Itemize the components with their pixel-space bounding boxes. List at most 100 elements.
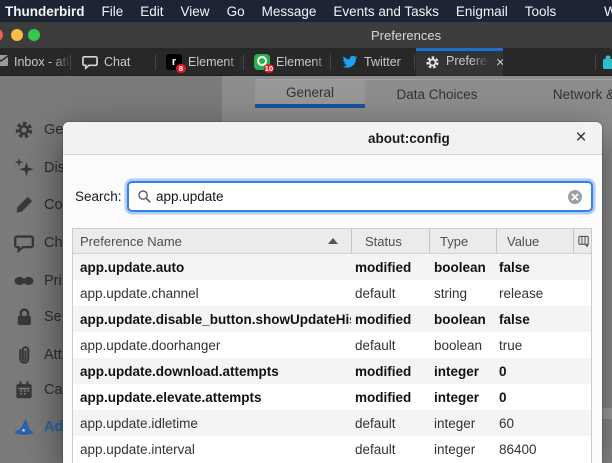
column-header-label: Preference Name: [80, 233, 182, 249]
tab-network[interactable]: Network &: [509, 80, 612, 108]
column-header-label: Status: [365, 233, 402, 249]
tab-label-fade: [472, 54, 488, 70]
sidebar-item-label: Ch: [44, 235, 63, 251]
menu-item-message[interactable]: Message: [262, 4, 317, 19]
window-title: Preferences: [371, 27, 442, 43]
menu-item-window-clipped[interactable]: W: [604, 0, 612, 22]
tab-divider: [155, 54, 156, 70]
close-tab-icon[interactable]: ×: [496, 55, 503, 70]
tab-divider: [70, 54, 71, 70]
table-row[interactable]: app.update.interval default integer 86400: [73, 436, 591, 462]
column-picker-icon: [577, 235, 589, 247]
menu-bar: Thunderbird File Edit View Go Message Ev…: [0, 0, 612, 22]
tab-divider: [243, 54, 244, 70]
column-header-value[interactable]: Value: [496, 229, 573, 253]
clear-search-icon[interactable]: [567, 189, 583, 205]
twitter-icon: [342, 54, 358, 70]
tab-chat[interactable]: Chat: [72, 48, 155, 76]
about-config-dialog: about:config × Search: Preference Name S…: [63, 122, 602, 463]
menu-item-events-and-tasks[interactable]: Events and Tasks: [333, 4, 439, 19]
sidebar-item-label: Co: [44, 197, 63, 213]
unread-badge: 8: [176, 64, 186, 73]
sidebar-item-label: Se: [44, 309, 62, 325]
search-label: Search:: [75, 189, 122, 204]
preferences-category-tabs: General Data Choices Network &: [255, 79, 612, 108]
menu-item-thunderbird[interactable]: Thunderbird: [5, 4, 85, 19]
search-box: [127, 181, 593, 212]
gear-icon: [425, 55, 440, 70]
window-title-bar: Preferences: [0, 22, 612, 48]
lock-icon: [14, 307, 34, 327]
calendar-icon: [14, 380, 34, 400]
close-window-button[interactable]: [0, 29, 3, 41]
gear-icon: [14, 120, 34, 140]
element-dark-icon: r 8: [166, 54, 186, 73]
table-row[interactable]: app.update.channel default string release: [73, 280, 591, 306]
sidebar-item-label: Ge: [44, 122, 64, 138]
tab-element-8[interactable]: r 8 Element [8]: [157, 48, 243, 76]
menu-item-enigmail[interactable]: Enigmail: [456, 4, 508, 19]
tab-general[interactable]: General: [255, 80, 365, 108]
sparkles-icon: [14, 158, 34, 178]
tab-strip: Inbox - atE Chat r 8 Element [8]: [0, 48, 612, 76]
tab-twitter[interactable]: Twitter: [332, 48, 414, 76]
minimize-window-button[interactable]: [11, 29, 23, 41]
tab-divider: [595, 54, 596, 70]
column-header-preference-name[interactable]: Preference Name: [73, 229, 351, 253]
element-green-icon: 10: [254, 54, 274, 73]
dialog-title: about:config: [368, 131, 450, 146]
column-header-label: Value: [507, 233, 540, 249]
tab-addon[interactable]: [600, 48, 612, 76]
zoom-window-button[interactable]: [28, 29, 40, 41]
tab-data-choices[interactable]: Data Choices: [365, 80, 509, 108]
table-row[interactable]: app.update.elevate.attempts modified integ…: [73, 384, 591, 410]
tab-inbox[interactable]: Inbox - atE: [0, 48, 70, 76]
tab-label: Twitter: [364, 55, 401, 69]
preferences-table: Preference Name Status Type Value app.up…: [72, 228, 592, 463]
menu-item-view[interactable]: View: [181, 4, 210, 19]
table-row[interactable]: app.update.auto modified boolean false: [73, 254, 591, 280]
sidebar-item-label: Pri: [44, 273, 62, 289]
sort-ascending-icon: [328, 238, 338, 244]
close-dialog-icon[interactable]: ×: [568, 125, 594, 151]
menu-item-file[interactable]: File: [102, 4, 124, 19]
mail-icon: [0, 55, 10, 71]
menu-item-tools[interactable]: Tools: [525, 4, 557, 19]
search-input[interactable]: [152, 189, 567, 204]
mask-icon: [14, 271, 34, 291]
menu-item-edit[interactable]: Edit: [140, 4, 163, 19]
table-row[interactable]: app.update.disable_button.showUpdateHis.…: [73, 306, 591, 332]
tab-divider: [414, 54, 415, 70]
tab-element-10[interactable]: 10 Element [10: [245, 48, 330, 76]
table-row[interactable]: app.update.download.attempts modified inte…: [73, 358, 591, 384]
sidebar-item-label: Dis: [44, 160, 65, 176]
dialog-header: about:config ×: [63, 122, 602, 155]
paperclip-icon: [14, 345, 34, 365]
dimmed-scrollbar-artifact: [602, 408, 612, 419]
chat-bubble-icon: [14, 233, 34, 254]
pencil-icon: [14, 195, 34, 215]
table-row[interactable]: app.update.idletime default integer 60: [73, 410, 591, 436]
tab-label: Chat: [104, 55, 131, 69]
sidebar-item-label: Ad: [44, 419, 64, 435]
unread-badge: 10: [263, 64, 274, 73]
menu-item-go[interactable]: Go: [227, 4, 245, 19]
tab-preferences-active[interactable]: Preferen ×: [416, 48, 503, 76]
column-picker-button[interactable]: [573, 229, 591, 253]
table-header-row: Preference Name Status Type Value: [73, 229, 591, 254]
wizard-hat-icon: [14, 417, 34, 437]
sidebar-item-label: Ca: [44, 382, 63, 398]
table-row[interactable]: app.update.doorhanger default boolean true: [73, 332, 591, 358]
tab-divider: [330, 54, 331, 70]
tab-label-fade: [54, 48, 70, 76]
column-header-type[interactable]: Type: [429, 229, 496, 253]
puzzle-icon: [600, 54, 612, 70]
tab-label-fade: [314, 48, 330, 76]
search-icon: [138, 190, 151, 203]
active-tab-accent: [416, 48, 503, 51]
screen: Thunderbird File Edit View Go Message Ev…: [0, 0, 612, 463]
chat-icon: [82, 54, 98, 70]
sidebar-item-label: Att: [44, 347, 62, 363]
column-header-status[interactable]: Status: [351, 229, 429, 253]
tab-label-fade: [227, 48, 243, 76]
